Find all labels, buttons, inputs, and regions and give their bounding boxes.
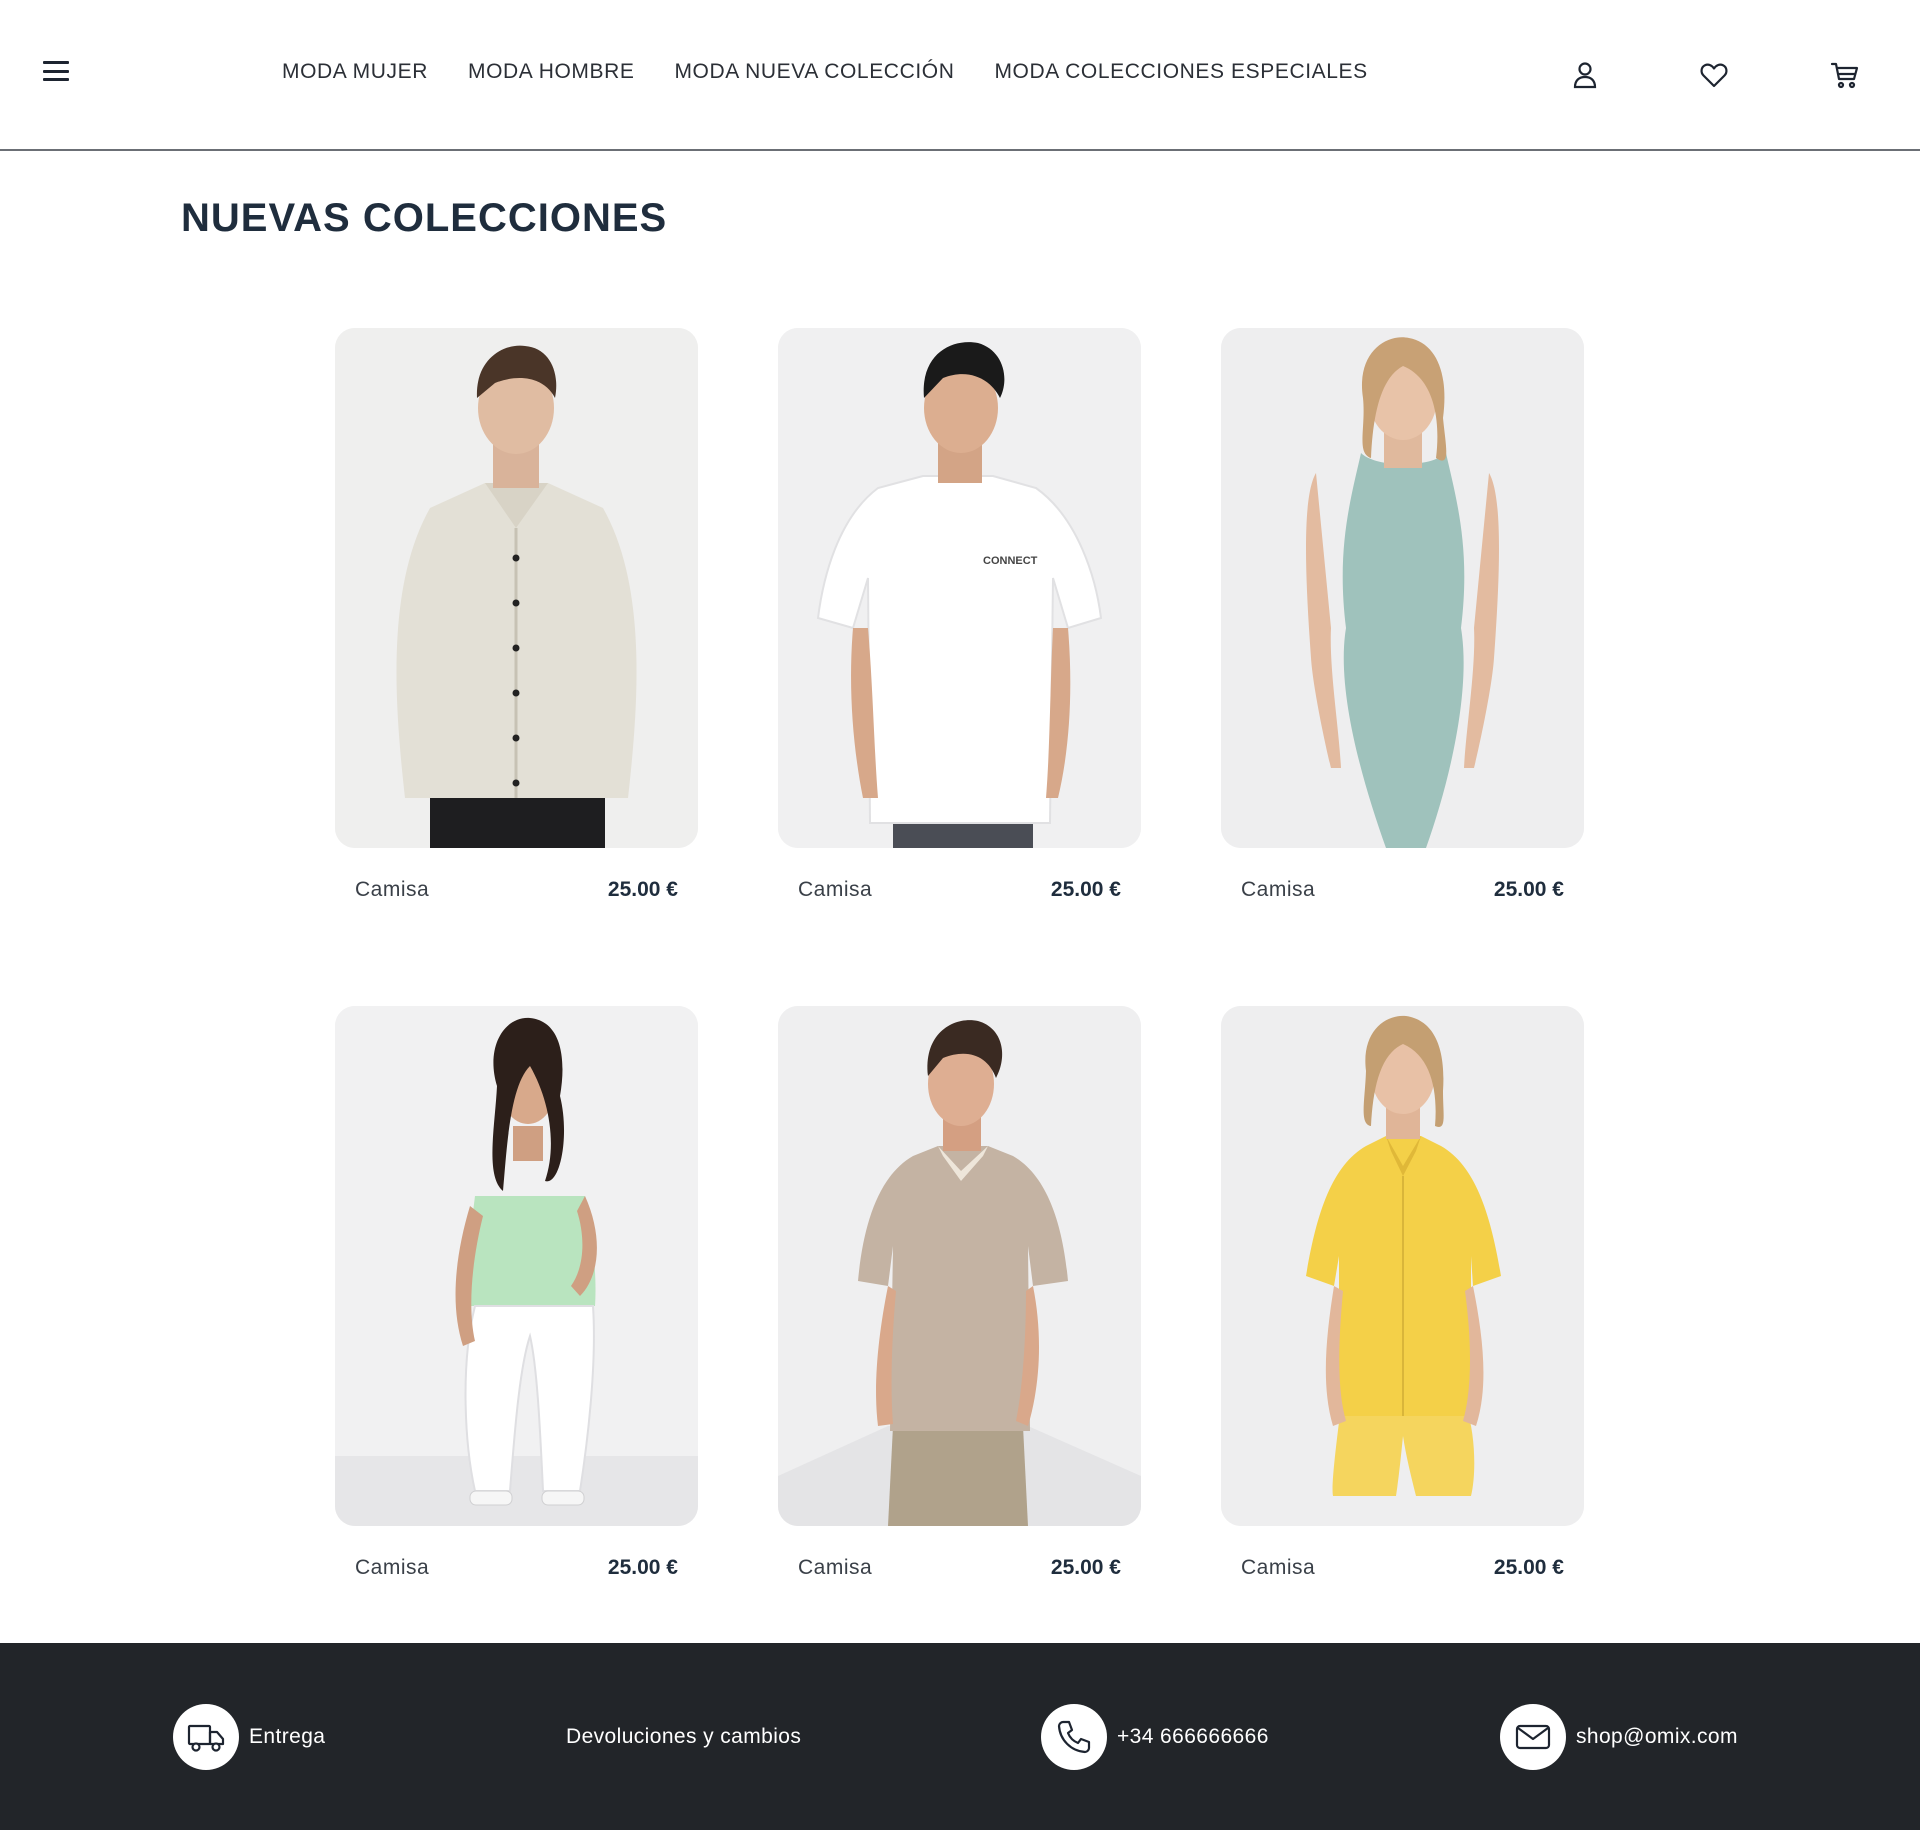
footer-returns-label: Devoluciones y cambios: [566, 1725, 802, 1748]
product-name: Camisa: [355, 878, 430, 901]
footer-delivery-label: Entrega: [249, 1725, 326, 1748]
footer-email[interactable]: shop@omix.com: [1500, 1704, 1738, 1770]
product-card[interactable]: Camisa 25.00 €: [778, 1006, 1141, 1684]
product-image: [778, 1006, 1141, 1526]
main-nav: MODA MUJER MODA HOMBRE MODA NUEVA COLECC…: [282, 60, 1368, 84]
nav-moda-nueva-coleccion[interactable]: MODA NUEVA COLECCIÓN: [674, 60, 954, 84]
page-title: NUEVAS COLECCIONES: [181, 196, 668, 240]
product-card[interactable]: Camisa 25.00 €: [1221, 328, 1584, 1006]
footer-returns[interactable]: Devoluciones y cambios: [566, 1704, 801, 1770]
product-name: Camisa: [798, 1556, 873, 1579]
footer-email-label: shop@omix.com: [1576, 1725, 1738, 1748]
product-price: 25.00 €: [607, 1556, 678, 1579]
product-price: 25.00 €: [1050, 1556, 1121, 1579]
mail-icon: [1500, 1704, 1566, 1770]
product-image: [335, 328, 698, 848]
user-icon[interactable]: [1568, 58, 1602, 92]
heart-icon[interactable]: [1697, 58, 1731, 92]
product-name: Camisa: [355, 1556, 430, 1579]
product-price: 25.00 €: [607, 878, 678, 901]
product-image: [335, 1006, 698, 1526]
footer-delivery[interactable]: Entrega: [173, 1704, 325, 1770]
product-name: Camisa: [1241, 1556, 1316, 1579]
product-card[interactable]: Camisa 25.00 €: [335, 1006, 698, 1684]
product-price: 25.00 €: [1050, 878, 1121, 901]
cart-icon[interactable]: [1828, 58, 1862, 92]
footer-phone[interactable]: +34 666666666: [1041, 1704, 1269, 1770]
svg-text:CONNECT: CONNECT: [983, 555, 1038, 567]
site-header: MODA MUJER MODA HOMBRE MODA NUEVA COLECC…: [0, 0, 1920, 151]
product-price: 25.00 €: [1493, 878, 1564, 901]
nav-moda-hombre[interactable]: MODA HOMBRE: [468, 60, 634, 84]
nav-moda-mujer[interactable]: MODA MUJER: [282, 60, 428, 84]
site-footer: Entrega Devoluciones y cambios +34 66666…: [0, 1643, 1920, 1830]
product-name: Camisa: [798, 878, 873, 901]
phone-icon: [1041, 1704, 1107, 1770]
product-card[interactable]: Camisa 25.00 €: [1221, 1006, 1584, 1684]
hamburger-menu-icon[interactable]: [40, 58, 72, 84]
product-price: 25.00 €: [1493, 1556, 1564, 1579]
footer-phone-label: +34 666666666: [1117, 1725, 1269, 1748]
nav-moda-colecciones-especiales[interactable]: MODA COLECCIONES ESPECIALES: [994, 60, 1367, 84]
product-image: [1221, 328, 1584, 848]
product-image: CONNECT: [778, 328, 1141, 848]
product-card[interactable]: Camisa 25.00 €: [335, 328, 698, 1006]
product-grid: Camisa 25.00 € CONNECT Camisa 25.00 € Ca…: [335, 328, 1585, 1684]
product-image: [1221, 1006, 1584, 1526]
truck-icon: [173, 1704, 239, 1770]
product-card[interactable]: CONNECT Camisa 25.00 €: [778, 328, 1141, 1006]
product-name: Camisa: [1241, 878, 1316, 901]
